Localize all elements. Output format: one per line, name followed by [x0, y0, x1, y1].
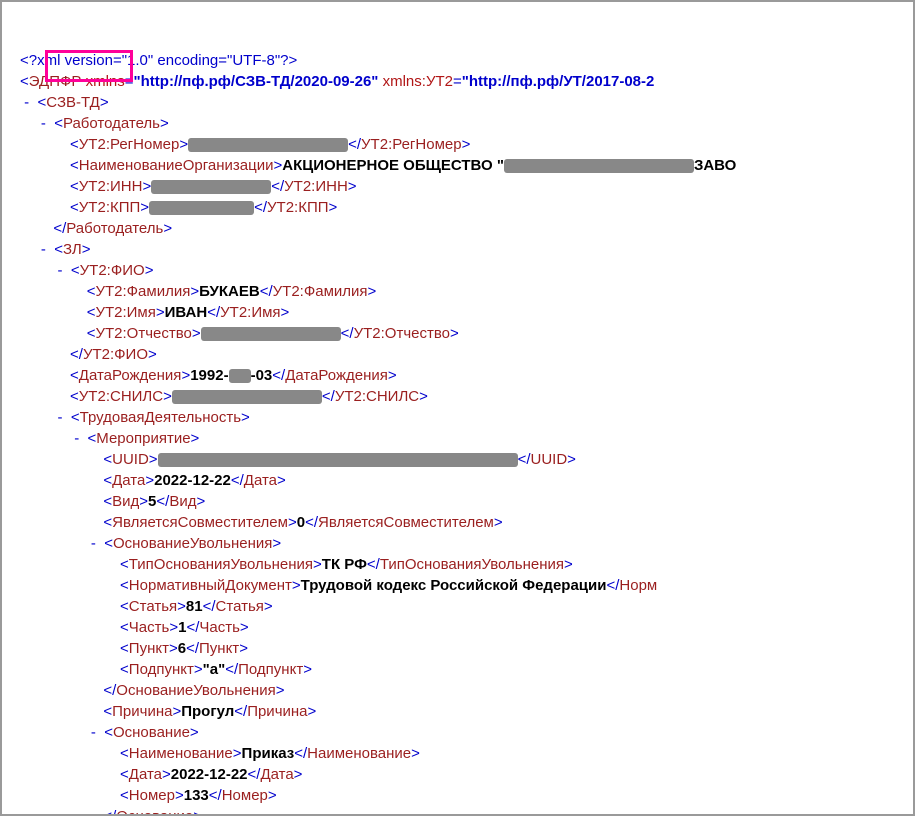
- collapse-toggle[interactable]: -: [58, 409, 63, 426]
- event-open: Мероприятие: [96, 430, 190, 447]
- fio-close: УТ2:ФИО: [83, 346, 148, 363]
- root-open: <: [20, 73, 29, 90]
- term-open: ОснованиеУвольнения: [113, 535, 272, 552]
- given-name: ИВАН: [165, 304, 208, 321]
- dob: 1992-: [190, 367, 228, 384]
- basis-open: Основание: [113, 724, 190, 741]
- zl-open: ЗЛ: [63, 241, 82, 258]
- collapse-toggle[interactable]: -: [74, 430, 79, 447]
- redacted: [151, 180, 271, 194]
- collapse-toggle[interactable]: -: [58, 262, 63, 279]
- collapse-toggle[interactable]: -: [91, 535, 96, 552]
- employer-open: Работодатель: [63, 115, 160, 132]
- labor-open: ТрудоваяДеятельность: [80, 409, 241, 426]
- redacted: [188, 138, 348, 152]
- basis-number: 133: [184, 787, 209, 804]
- xml-viewer: <?xml version="1.0" encoding="UTF-8"?> <…: [0, 0, 915, 816]
- term-close: ОснованиеУвольнения: [116, 682, 275, 699]
- inn-tag: УТ2:ИНН: [79, 178, 143, 195]
- fio-open: УТ2:ФИО: [80, 262, 145, 279]
- regno-tag: УТ2:РегНомер: [79, 136, 180, 153]
- employer-close: Работодатель: [66, 220, 163, 237]
- collapse-toggle[interactable]: -: [41, 241, 46, 258]
- xmlns2-val: "http://пф.рф/УТ/2017-08-2: [462, 73, 655, 90]
- szv-td-tag: СЗВ-ТД: [46, 94, 100, 111]
- redacted: [158, 453, 518, 467]
- redacted: [229, 369, 251, 383]
- kpp-tag: УТ2:КПП: [79, 199, 141, 216]
- event-date: 2022-12-22: [154, 472, 231, 489]
- ndoc-val: Трудовой кодекс Российской Федерации: [301, 577, 607, 594]
- basis-close: Основание: [116, 808, 193, 816]
- surname: БУКАЕВ: [199, 283, 260, 300]
- collapse-toggle[interactable]: -: [24, 94, 29, 111]
- orgname-suffix: ЗАВО: [694, 157, 736, 174]
- basis-date: 2022-12-22: [171, 766, 248, 783]
- xmlns-val: "http://пф.рф/СЗВ-ТД/2020-09-26": [134, 73, 379, 90]
- redacted: [149, 201, 254, 215]
- basis-name: Приказ: [242, 745, 295, 762]
- redacted: [504, 159, 694, 173]
- root-name: ЭДПФР: [29, 73, 82, 90]
- xmlns-key: xmlns: [86, 73, 125, 90]
- orgname-prefix: АКЦИОНЕРНОЕ ОБЩЕСТВО ": [282, 157, 504, 174]
- redacted: [201, 327, 341, 341]
- reason: Прогул: [181, 703, 234, 720]
- redacted: [172, 390, 322, 404]
- collapse-toggle[interactable]: -: [91, 724, 96, 741]
- xmlns2-key: xmlns:УТ2: [383, 73, 453, 90]
- combo-val: 0: [297, 514, 305, 531]
- orgname-tag: НаименованиеОрганизации: [79, 157, 274, 174]
- collapse-toggle[interactable]: -: [41, 115, 46, 132]
- xml-declaration: <?xml version="1.0" encoding="UTF-8"?>: [20, 52, 297, 69]
- term-type: ТК РФ: [322, 556, 367, 573]
